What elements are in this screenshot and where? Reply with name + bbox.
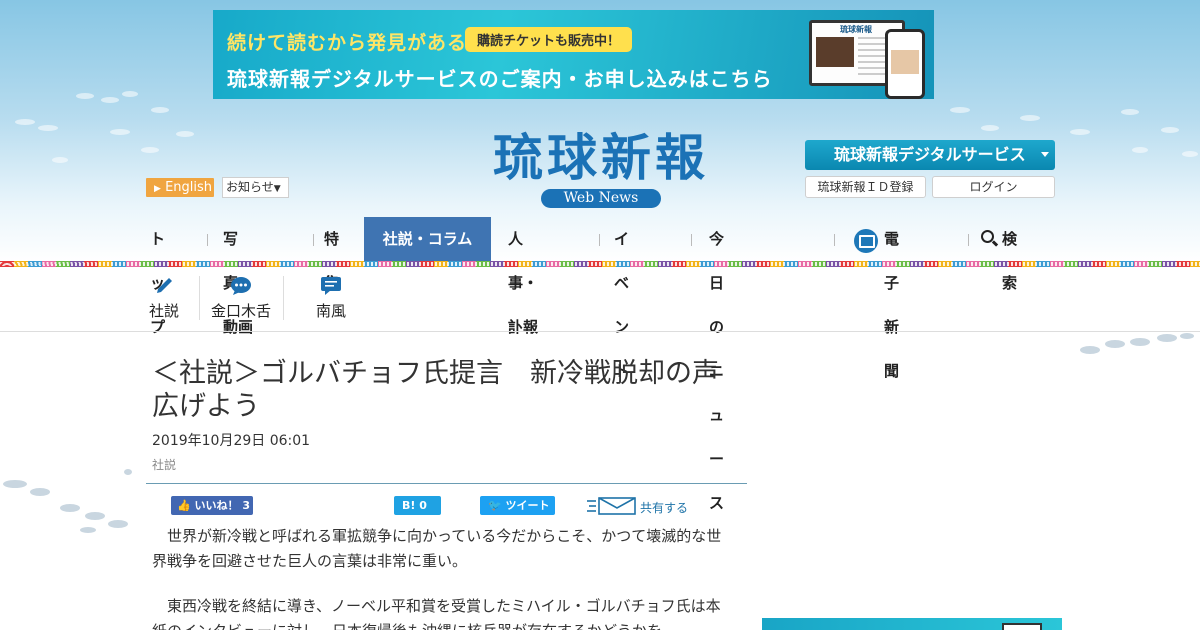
article-divider (146, 483, 747, 484)
notice-dropdown[interactable]: お知らせ▼ (222, 177, 289, 198)
nav-separator (207, 234, 208, 246)
notice-label: お知らせ (226, 180, 274, 194)
nav-top[interactable]: トップ (150, 217, 165, 336)
nav-personnel-obituary[interactable]: 人事・訃報 (508, 217, 538, 336)
banner-subline: 琉球新報デジタルサービスのご案内・お申し込みはこちら (227, 67, 773, 91)
nav-separator (834, 234, 835, 246)
hatena-bookmark-button[interactable]: B! 0 (394, 496, 441, 515)
mail-share-icon[interactable] (587, 496, 637, 516)
english-label: English (165, 180, 213, 195)
subnav-label: 社説 (148, 302, 179, 320)
digital-service-button[interactable]: 琉球新報デジタルサービス (805, 140, 1055, 170)
twitter-bird-icon: 🐦 (488, 499, 502, 512)
nav-separator (691, 234, 692, 246)
fish-decoration (3, 469, 132, 533)
nav-today-news[interactable]: 今日のニュース (709, 217, 724, 512)
epaper-icon[interactable] (854, 229, 878, 253)
nav-separator (968, 234, 969, 246)
banner-badge: 購読チケットも販売中！ (465, 27, 633, 52)
laptop-masthead: 琉球新報 (840, 25, 872, 34)
english-button[interactable]: ▶ English (146, 178, 214, 197)
search-icon[interactable] (981, 230, 994, 243)
chat-icon (321, 277, 341, 295)
caret-down-icon (1041, 152, 1049, 157)
fish-decoration (1080, 333, 1194, 354)
speech-bubble-icon (231, 277, 251, 295)
id-register-button[interactable]: 琉球新報ＩＤ登録 (805, 176, 926, 198)
subnav-haebaru[interactable]: 南風 (313, 276, 349, 324)
nav-photo-video[interactable]: 写真・動画 (223, 217, 253, 336)
login-button[interactable]: ログイン (932, 176, 1055, 198)
share-label[interactable]: 共有する (640, 499, 688, 516)
pen-icon (157, 278, 172, 293)
nav-feature[interactable]: 特集 (324, 217, 339, 292)
article-paragraph: 世界が新冷戦と呼ばれる軍拡競争に向かっている今だからこそ、かつて壊滅的な世界戦争… (152, 527, 722, 570)
subnav-label: 南風 (315, 302, 346, 320)
tweet-button[interactable]: 🐦 ツイート (480, 496, 555, 515)
nav-editorial-column[interactable]: 社説・コラム (364, 217, 491, 261)
tweet-label: ツイート (505, 499, 550, 512)
logo-web-news: Web News (541, 189, 661, 208)
nav-event[interactable]: イベント (614, 217, 629, 380)
decorative-pattern-overlay (0, 262, 1200, 266)
logo-text: 琉球新報 (493, 128, 709, 187)
subnav-separator (199, 276, 200, 320)
subnav-label: 金口木舌 (210, 302, 271, 320)
subnav-separator (283, 276, 284, 320)
subnav-kinkuchi[interactable]: 金口木舌 (208, 276, 274, 324)
sidebar-banner[interactable] (762, 618, 1062, 630)
caret-down-icon: ▼ (273, 184, 281, 194)
article-date: 2019年10月29日 06:01 (152, 433, 311, 449)
article-category[interactable]: 社説 (152, 456, 176, 473)
nav-search[interactable]: 検索 (1002, 217, 1017, 292)
thumbs-up-icon: 👍 (177, 499, 191, 512)
like-label: いいね！ 3 (194, 499, 251, 512)
nav-separator (599, 234, 600, 246)
nav-epaper[interactable]: 電子新聞 (884, 217, 899, 380)
phone-image (885, 29, 925, 99)
article-title: ＜社説＞ゴルバチョフ氏提言 新冷戦脱却の声広げよう (152, 358, 719, 422)
nav-separator (313, 234, 314, 246)
facebook-like-button[interactable]: 👍 いいね！ 3 (171, 496, 253, 515)
subnav-shasetsu[interactable]: 社説 (146, 276, 182, 324)
digital-service-label: 琉球新報デジタルサービス (834, 145, 1026, 164)
site-logo[interactable]: 琉球新報 Web News (453, 129, 749, 208)
subnav-divider (0, 331, 1200, 332)
play-icon: ▶ (154, 184, 161, 194)
article-paragraph: 東西冷戦を終結に導き、ノーベル平和賞を受賞したミハイル・ゴルバチョフ氏は本紙のイ… (152, 597, 721, 630)
banner-headline: 続けて読むから発見がある (227, 32, 468, 54)
digital-service-banner[interactable]: 続けて読むから発見がある 購読チケットも販売中！ 琉球新報デジタルサービスのご案… (213, 10, 934, 99)
